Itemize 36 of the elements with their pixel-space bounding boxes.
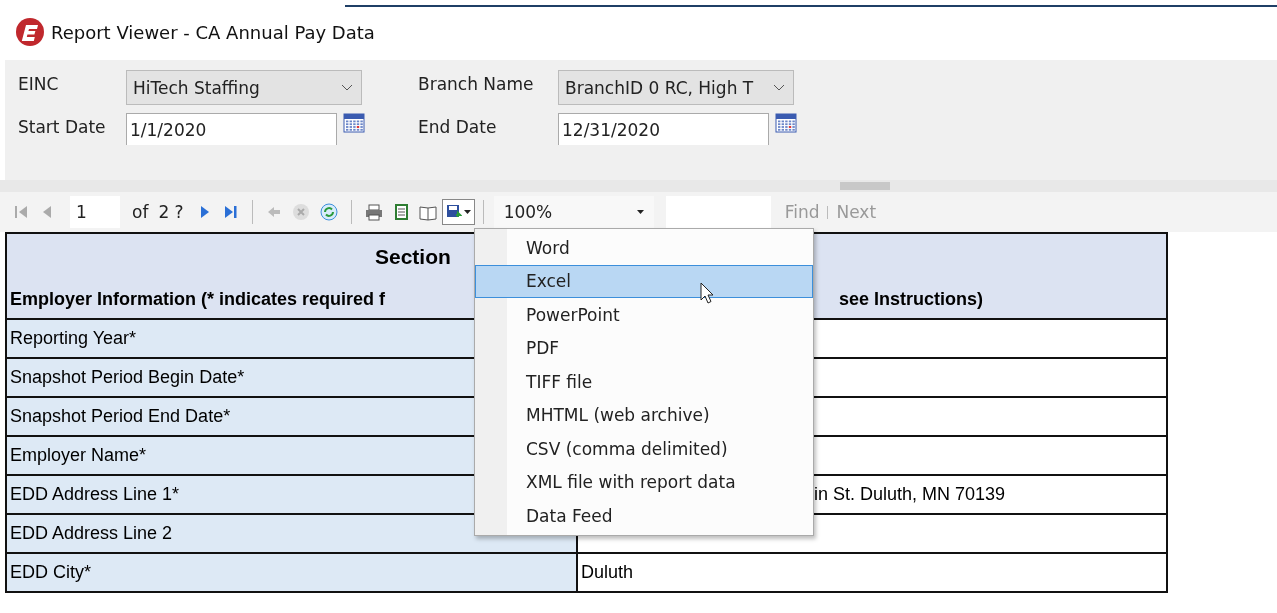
app-logo-icon [15,17,45,47]
export-button[interactable] [441,199,475,225]
dropdown[interactable]: BranchID 0 RC, High T [558,70,794,105]
dropdown[interactable]: HiTech Staffing [126,70,362,105]
calendar-icon[interactable] [775,113,797,133]
header-text: see Instructions) [838,288,983,310]
mouse-cursor-icon [700,282,714,304]
label-cell: EDD City* [6,553,577,592]
date-field[interactable]: 12/31/2020 [558,113,769,145]
field-label: EINC [18,73,60,94]
menu-item[interactable]: Word [475,231,813,265]
chevron-down-icon [341,83,353,92]
page-count: 2 ? [158,202,184,222]
find-field[interactable] [665,196,771,228]
splitter-handle[interactable] [840,182,890,190]
window-title: Report Viewer - CA Annual Pay Data [51,21,375,43]
zoom-dropdown[interactable]: 100% [493,196,654,228]
chevron-down-icon [773,83,785,92]
caret-icon [463,210,471,214]
field-label: Branch Name [418,73,535,94]
header-text: Employer Information (* indicates required f [10,288,386,310]
calendar-icon[interactable] [343,113,365,133]
caret-icon [636,210,644,214]
section-title: Section [375,245,451,268]
book-icon[interactable] [417,203,438,221]
print-icon[interactable] [363,203,384,221]
page-number-field[interactable]: 1 [70,196,120,228]
of-label: of [132,202,149,222]
menu-item[interactable]: Excel [475,264,813,298]
date-field[interactable]: 1/1/2020 [126,113,337,145]
refresh-icon[interactable] [318,203,339,221]
value-text: in St. Duluth, MN 70139 [814,484,1006,504]
save-icon [445,204,462,220]
value-text: Duluth [581,562,634,582]
field-label: Start Date [18,116,107,137]
field-label: End Date [418,116,498,137]
